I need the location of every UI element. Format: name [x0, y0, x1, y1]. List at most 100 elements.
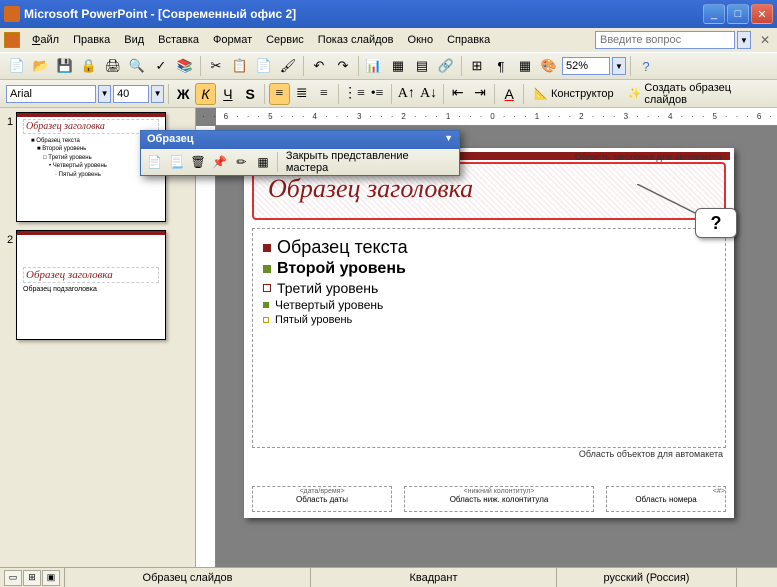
normal-view-button[interactable]: ▭ [4, 570, 22, 586]
font-color-button[interactable]: A [499, 83, 519, 105]
workspace: 1 Образец заголовка ■ Образец текста ■ В… [0, 108, 777, 567]
body-lvl5: Пятый уровень [275, 314, 352, 326]
size-input[interactable] [113, 85, 149, 103]
tables-borders-button[interactable]: ▤ [411, 55, 433, 77]
menu-view[interactable]: Вид [118, 32, 150, 48]
save-button[interactable]: 💾 [54, 55, 76, 77]
undo-button[interactable]: ↶ [308, 55, 330, 77]
spellcheck-button[interactable]: ✓ [150, 55, 172, 77]
footer-placeholder[interactable]: <нижний колонтитул> Область ниж. колонти… [404, 486, 594, 512]
size-dropdown[interactable]: ▼ [151, 85, 164, 103]
preview-button[interactable]: 🔍 [126, 55, 148, 77]
ruler-horizontal[interactable]: 12···11···10···9···8···7···6···5···4···3… [216, 108, 777, 126]
menu-file[interactable]: Файл [26, 32, 65, 48]
underline-button[interactable]: Ч [218, 83, 238, 105]
color-button[interactable]: 🎨 [538, 55, 560, 77]
doc-close-button[interactable]: ✕ [757, 32, 773, 48]
decrease-indent-button[interactable]: ⇤ [448, 83, 468, 105]
master-layout-button[interactable]: ▦ [253, 152, 273, 172]
statusbar: ▭ ⊞ ▣ Образец слайдов Квадрант русский (… [0, 567, 777, 587]
designer-button[interactable]: 📐Конструктор [528, 83, 619, 105]
slideshow-view-button[interactable]: ▣ [42, 570, 60, 586]
thumb-subtitle: Образец подзаголовка [23, 286, 159, 293]
body-lvl3: Третий уровень [277, 280, 378, 296]
body-placeholder[interactable]: Образец текста Второй уровень Третий уро… [252, 228, 726, 448]
format-toolbar: ▼ ▼ Ж К Ч S ≡ ≣ ≡ ⋮≡ •≡ A↑ A↓ ⇤ ⇥ A 📐Кон… [0, 80, 777, 108]
bullet-icon [263, 317, 269, 323]
numbering-button[interactable]: ⋮≡ [343, 83, 365, 105]
menu-slideshow[interactable]: Показ слайдов [312, 32, 400, 48]
master-toolbar[interactable]: Образец ▼ 📄 📃 🗑 📌 ✏ ▦ Закрыть представле… [140, 130, 460, 176]
doc-icon [4, 32, 20, 48]
show-formatting-button[interactable]: ¶ [490, 55, 512, 77]
help-button[interactable]: ? [635, 55, 657, 77]
number-placeholder[interactable]: <#> Область номера [606, 486, 726, 512]
align-right-button[interactable]: ≡ [314, 83, 334, 105]
insert-title-master-button[interactable]: 📃 [167, 152, 187, 172]
thumb-title: Образец заголовка [23, 267, 159, 283]
sorter-view-button[interactable]: ⊞ [23, 570, 41, 586]
title-area-label: Область заголовка для автомакета [575, 152, 722, 162]
research-button[interactable]: 📚 [174, 55, 196, 77]
expand-button[interactable]: ⊞ [466, 55, 488, 77]
date-placeholder[interactable]: <дата/время> Область даты [252, 486, 392, 512]
preserve-master-button[interactable]: 📌 [210, 152, 230, 172]
align-center-button[interactable]: ≣ [292, 83, 312, 105]
paste-button[interactable]: 📄 [253, 55, 275, 77]
increase-font-button[interactable]: A↑ [396, 83, 416, 105]
chart-button[interactable]: 📊 [363, 55, 385, 77]
decrease-font-button[interactable]: A↓ [418, 83, 438, 105]
print-button[interactable]: 🖨 [102, 55, 124, 77]
insert-slide-master-button[interactable]: 📄 [145, 152, 165, 172]
window-minimize-button[interactable]: _ [703, 4, 725, 24]
redo-button[interactable]: ↷ [332, 55, 354, 77]
increase-indent-button[interactable]: ⇥ [470, 83, 490, 105]
bullet-icon [263, 265, 271, 273]
zoom-dropdown[interactable]: ▼ [612, 57, 626, 75]
number-token: <#> [607, 488, 725, 495]
font-dropdown[interactable]: ▼ [98, 85, 111, 103]
italic-button[interactable]: К [195, 83, 215, 105]
menu-window[interactable]: Окно [402, 32, 440, 48]
cut-button[interactable]: ✂ [205, 55, 227, 77]
chevron-down-icon[interactable]: ▼ [444, 133, 453, 147]
new-master-button[interactable]: ✨Создать образец слайдов [622, 83, 771, 105]
hyperlink-button[interactable]: 🔗 [435, 55, 457, 77]
master-toolbar-title[interactable]: Образец ▼ [141, 131, 459, 149]
shadow-button[interactable]: S [240, 83, 260, 105]
menu-format[interactable]: Формат [207, 32, 258, 48]
ask-question-input[interactable] [595, 31, 735, 49]
table-button[interactable]: ▦ [387, 55, 409, 77]
window-close-button[interactable]: ✕ [751, 4, 773, 24]
permission-button[interactable]: 🔒 [78, 55, 100, 77]
format-painter-button[interactable]: 🖌 [277, 55, 299, 77]
bold-button[interactable]: Ж [173, 83, 193, 105]
menu-tools[interactable]: Сервис [260, 32, 310, 48]
menu-insert[interactable]: Вставка [152, 32, 205, 48]
menu-edit[interactable]: Правка [67, 32, 116, 48]
rename-master-button[interactable]: ✏ [232, 152, 252, 172]
body-area-label: Область объектов для автомакета [579, 449, 723, 459]
menubar: Файл Правка Вид Вставка Формат Сервис По… [0, 28, 777, 52]
slide-thumb-2[interactable]: Образец заголовка Образец подзаголовка [16, 230, 166, 340]
close-master-view-button[interactable]: Закрыть представление мастера [282, 150, 455, 174]
status-end [736, 568, 777, 587]
menu-help[interactable]: Справка [441, 32, 496, 48]
font-input[interactable] [6, 85, 96, 103]
window-maximize-button[interactable]: □ [727, 4, 749, 24]
align-left-button[interactable]: ≡ [269, 83, 289, 105]
thumb-title: Образец заголовка [23, 119, 159, 134]
copy-button[interactable]: 📋 [229, 55, 251, 77]
zoom-input[interactable] [562, 57, 610, 75]
ask-dropdown[interactable]: ▼ [737, 31, 751, 49]
status-language[interactable]: русский (Россия) [556, 568, 736, 587]
window-titlebar: Microsoft PowerPoint - [Современный офис… [0, 0, 777, 28]
bullets-button[interactable]: •≡ [367, 83, 387, 105]
footer-token: <нижний колонтитул> [405, 488, 593, 495]
new-button[interactable]: 📄 [6, 55, 28, 77]
delete-master-button[interactable]: 🗑 [188, 152, 208, 172]
open-button[interactable]: 📂 [30, 55, 52, 77]
ruler-vertical[interactable] [196, 126, 216, 567]
number-label: Область номера [607, 495, 725, 504]
grid-button[interactable]: ▦ [514, 55, 536, 77]
